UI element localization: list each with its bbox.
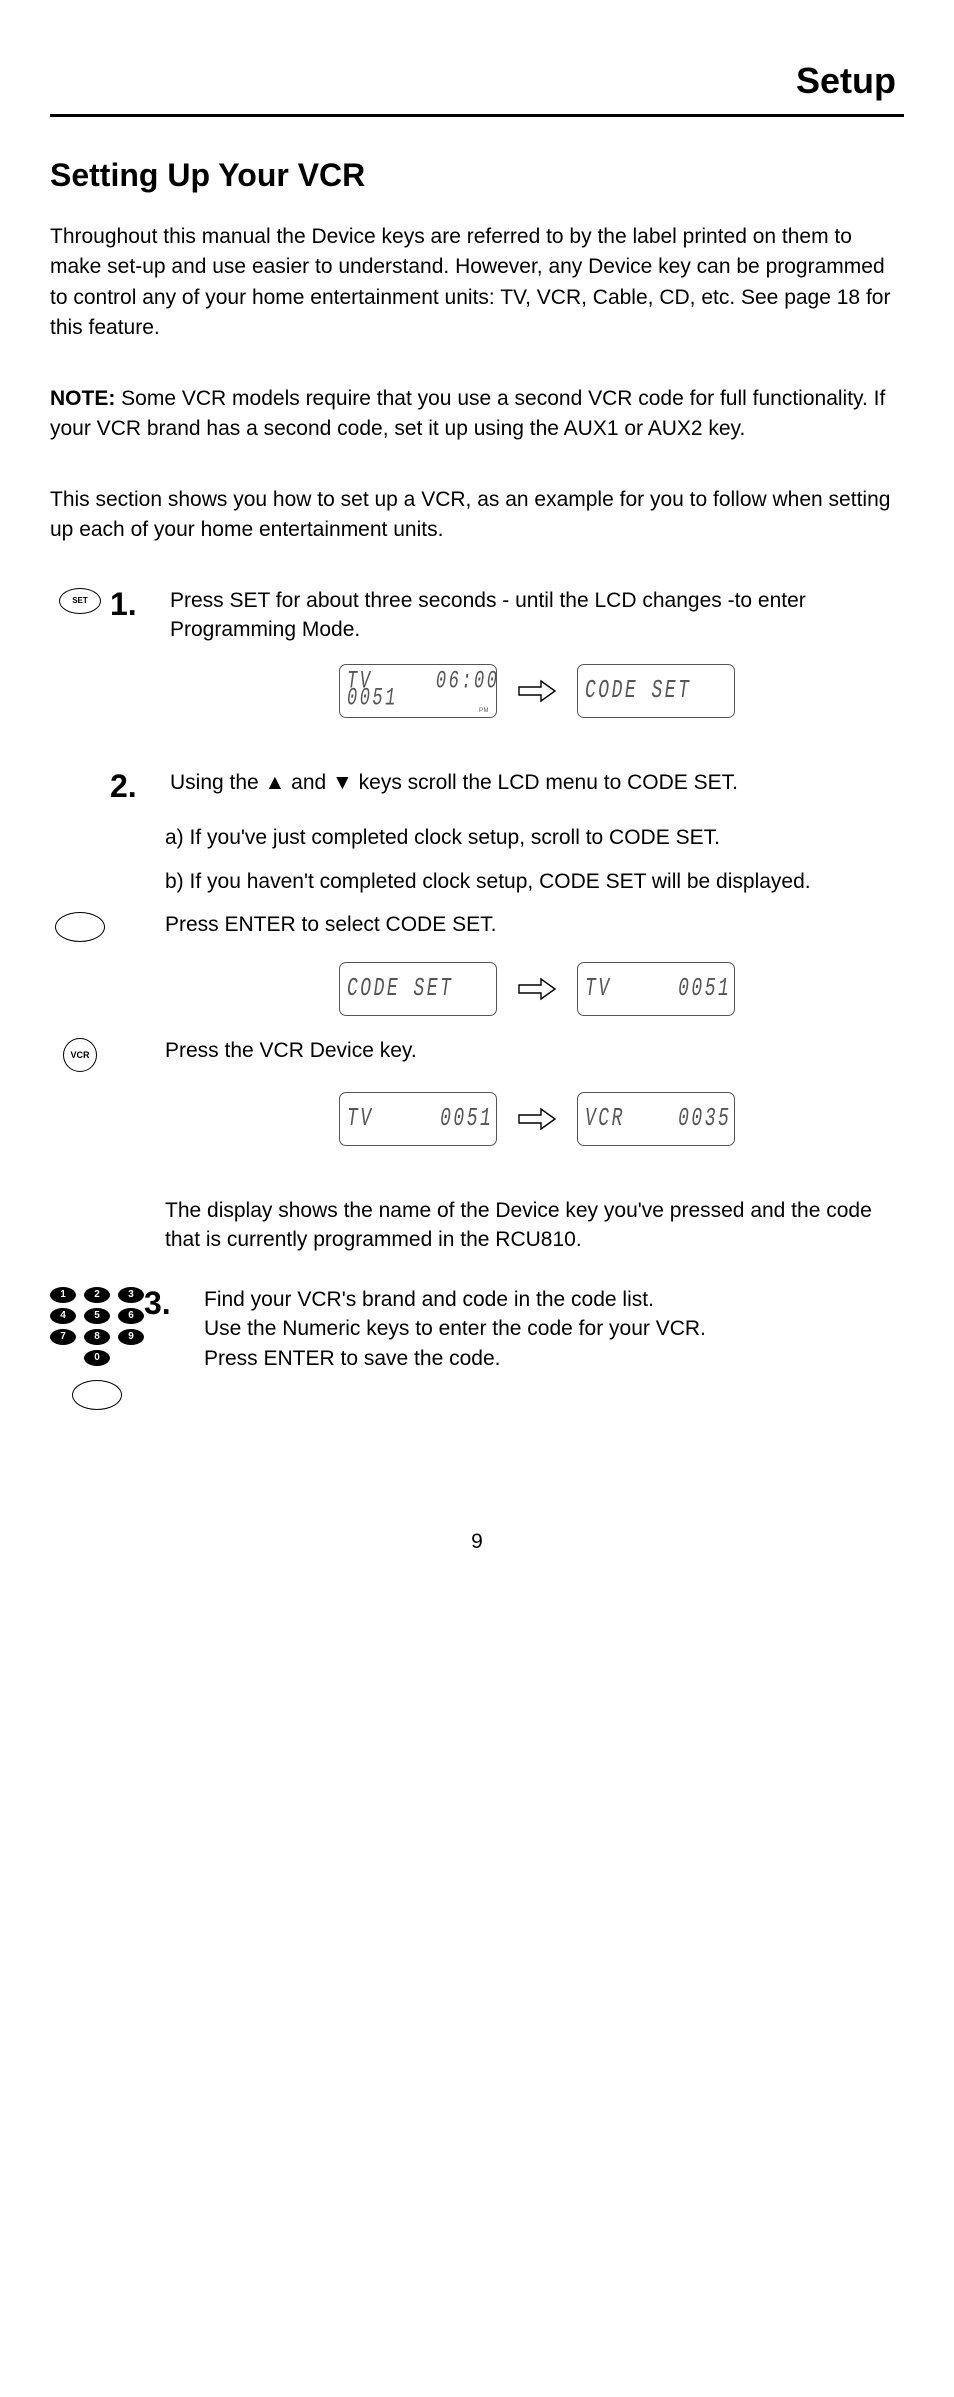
step-2-vcr: VCR Press the VCR Device key. xyxy=(50,1036,904,1072)
header-rule xyxy=(50,114,904,117)
lcd-3-right-line: VCR 0035 xyxy=(585,1106,727,1132)
lcd-row-3: TV 0051 VCR 0035 xyxy=(170,1092,904,1146)
lcd-3-left-line: TV 0051 xyxy=(347,1106,489,1132)
step-3: 1 2 3 4 5 6 7 8 9 0 3. Find your VCR's b… xyxy=(50,1285,904,1410)
lcd-1-left-line2: 0051 xyxy=(347,687,489,712)
lcd-1-left: TV 06:00 0051 PM xyxy=(339,664,497,718)
step-2-tail: The display shows the name of the Device… xyxy=(165,1196,904,1255)
arrow-right-icon xyxy=(517,1106,557,1132)
step-2a-label: a) xyxy=(165,826,184,849)
arrow-right-icon xyxy=(517,678,557,704)
step-2: 2. Using the ▲ and ▼ keys scroll the LCD… xyxy=(50,768,904,805)
section-title: Setting Up Your VCR xyxy=(50,157,904,194)
step-3-line1: Find your VCR's brand and code in the co… xyxy=(204,1285,904,1314)
step-2b-text: If you haven't completed clock setup, CO… xyxy=(190,870,811,893)
enter-button-icon-2 xyxy=(72,1380,122,1410)
step-1-number: 1. xyxy=(110,586,150,623)
key-9: 9 xyxy=(118,1329,144,1345)
step-3-text: Find your VCR's brand and code in the co… xyxy=(204,1285,904,1373)
step-1: SET 1. Press SET for about three seconds… xyxy=(50,586,904,645)
intro-note: NOTE: Some VCR models require that you u… xyxy=(50,384,904,445)
key-6: 6 xyxy=(118,1308,144,1324)
lcd-1-right-line: CODE SET xyxy=(585,678,727,704)
lcd-row-1: TV 06:00 0051 PM CODE SET xyxy=(170,664,904,718)
lcd-3-right: VCR 0035 xyxy=(577,1092,735,1146)
key-4: 4 xyxy=(50,1308,76,1324)
intro-block: Throughout this manual the Device keys a… xyxy=(50,222,904,344)
step-2-lead: Using the ▲ and ▼ keys scroll the LCD me… xyxy=(170,768,904,797)
key-0: 0 xyxy=(84,1350,110,1366)
key-1: 1 xyxy=(50,1287,76,1303)
note-body: Some VCR models require that you use a s… xyxy=(50,387,885,440)
intro-p3: This section shows you how to set up a V… xyxy=(50,485,904,546)
step-2-vcr-text: Press the VCR Device key. xyxy=(165,1036,904,1065)
keypad-icon: 1 2 3 4 5 6 7 8 9 0 xyxy=(50,1287,144,1366)
keypad-enter-icons: 1 2 3 4 5 6 7 8 9 0 xyxy=(50,1287,144,1410)
note-label: NOTE: xyxy=(50,387,115,410)
step-3-line2: Use the Numeric keys to enter the code f… xyxy=(204,1314,904,1343)
page-number: 9 xyxy=(50,1530,904,1554)
page-header: Setup xyxy=(50,60,904,102)
lcd-2-left-line: CODE SET xyxy=(347,976,489,1002)
arrow-right-icon xyxy=(517,976,557,1002)
step-1-text: Press SET for about three seconds - unti… xyxy=(170,586,904,645)
lcd-2-right: TV 0051 xyxy=(577,962,735,1016)
step-2-enter-text: Press ENTER to select CODE SET. xyxy=(165,910,904,939)
key-2: 2 xyxy=(84,1287,110,1303)
step-2a-text: If you've just completed clock setup, sc… xyxy=(190,826,720,849)
key-8: 8 xyxy=(84,1329,110,1345)
key-5: 5 xyxy=(84,1308,110,1324)
vcr-button-icon: VCR xyxy=(63,1038,97,1072)
step-3-line3: Press ENTER to save the code. xyxy=(204,1344,904,1373)
lcd-2-left: CODE SET xyxy=(339,962,497,1016)
step-2b: b) If you haven't completed clock setup,… xyxy=(165,867,904,896)
step-2-number: 2. xyxy=(110,768,150,805)
set-button-icon: SET xyxy=(59,588,101,614)
lcd-2-right-line: TV 0051 xyxy=(585,976,727,1002)
intro-p1: Throughout this manual the Device keys a… xyxy=(50,222,904,344)
step-3-number: 3. xyxy=(144,1285,184,1322)
step-2a: a) If you've just completed clock setup,… xyxy=(165,823,904,852)
lcd-1-left-pm: PM xyxy=(479,708,489,714)
lcd-1-right: CODE SET xyxy=(577,664,735,718)
lcd-3-left: TV 0051 xyxy=(339,1092,497,1146)
lcd-row-2: CODE SET TV 0051 xyxy=(170,962,904,1016)
enter-button-icon xyxy=(55,912,105,942)
step-2b-label: b) xyxy=(165,870,184,893)
step-2-enter: Press ENTER to select CODE SET. xyxy=(50,910,904,942)
key-7: 7 xyxy=(50,1329,76,1345)
key-3: 3 xyxy=(118,1287,144,1303)
